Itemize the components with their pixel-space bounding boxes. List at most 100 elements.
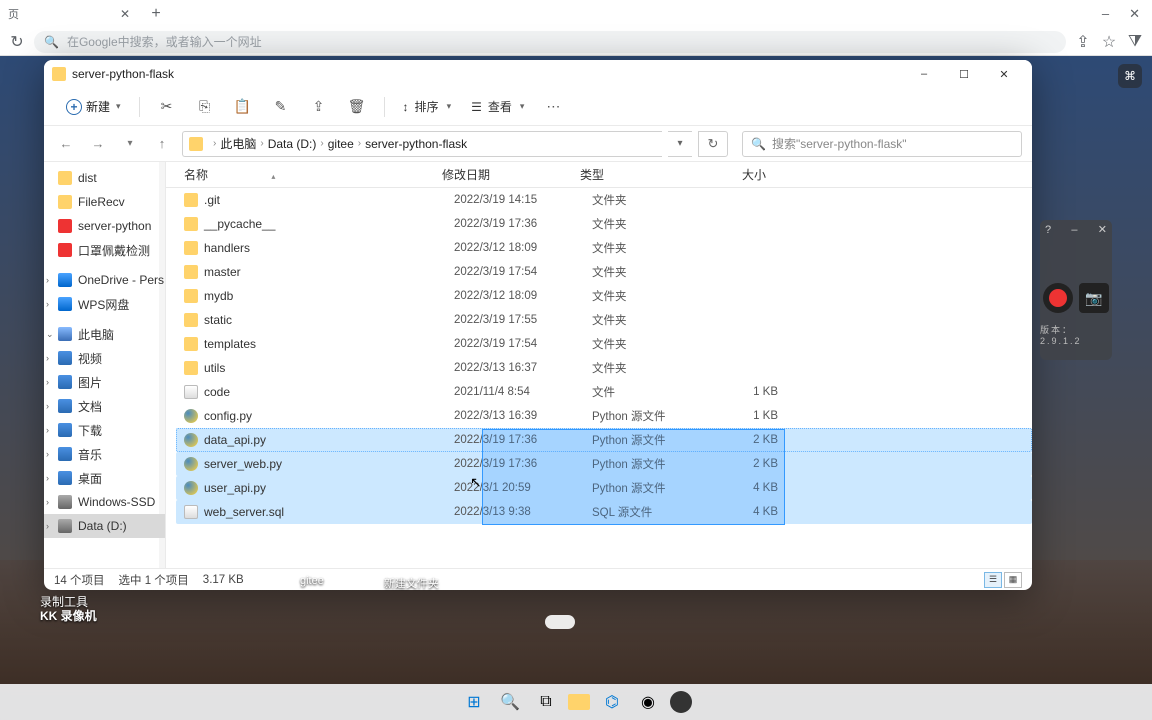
file-row[interactable]: user_api.py2022/3/1 20:59Python 源文件4 KB — [176, 476, 1032, 500]
expand-chevron-icon[interactable]: ⌄ — [46, 329, 54, 340]
extensions-icon[interactable]: ⧩ — [1126, 33, 1144, 51]
sidebar-item[interactable]: ›OneDrive - Pers — [44, 268, 165, 292]
details-view-toggle[interactable]: ☰ — [984, 572, 1002, 588]
back-button[interactable]: ← — [54, 132, 78, 156]
sidebar-item[interactable]: ›桌面 — [44, 466, 165, 490]
close-icon[interactable]: ✕ — [1098, 223, 1107, 236]
expand-chevron-icon[interactable]: › — [46, 425, 49, 435]
file-list[interactable]: .git2022/3/19 14:15文件夹__pycache__2022/3/… — [166, 188, 1032, 568]
chrome-icon[interactable]: ◉ — [634, 688, 662, 716]
address-bar[interactable]: 🔍 在Google中搜索，或者输入一个网址 — [34, 31, 1066, 53]
forward-button[interactable]: → — [86, 132, 110, 156]
browser-minimize-icon[interactable]: – — [1102, 6, 1109, 22]
search-icon[interactable]: 🔍 — [496, 688, 524, 716]
start-button[interactable]: ⊞ — [460, 688, 488, 716]
sidebar-item[interactable]: ›Data (D:) — [44, 514, 165, 538]
file-row[interactable]: master2022/3/19 17:54文件夹 — [176, 260, 1032, 284]
file-row[interactable]: web_server.sql2022/3/13 9:38SQL 源文件4 KB — [176, 500, 1032, 524]
bookmark-icon[interactable]: ☆ — [1100, 33, 1118, 51]
expand-chevron-icon[interactable]: › — [46, 473, 49, 483]
column-header-date[interactable]: 修改日期 — [442, 166, 580, 183]
app-icon[interactable] — [670, 691, 692, 713]
file-row[interactable]: data_api.py2022/3/19 17:36Python 源文件2 KB — [176, 428, 1032, 452]
file-row[interactable]: server_web.py2022/3/19 17:36Python 源文件2 … — [176, 452, 1032, 476]
breadcrumb[interactable]: › 此电脑 › Data (D:) › gitee › server-pytho… — [182, 131, 662, 157]
file-row[interactable]: __pycache__2022/3/19 17:36文件夹 — [176, 212, 1032, 236]
sidebar-item[interactable]: ›音乐 — [44, 442, 165, 466]
sidebar-item[interactable]: server-python — [44, 214, 165, 238]
rename-icon[interactable]: ✎ — [264, 92, 298, 122]
refresh-button[interactable]: ↻ — [698, 131, 728, 157]
desktop-shortcut[interactable]: 录制工具 KK 录像机 — [40, 595, 97, 624]
file-row[interactable]: handlers2022/3/12 18:09文件夹 — [176, 236, 1032, 260]
file-row[interactable]: config.py2022/3/13 16:39Python 源文件1 KB — [176, 404, 1032, 428]
sidebar-item[interactable]: ›Windows-SSD — [44, 490, 165, 514]
minimize-button[interactable]: – — [904, 60, 944, 88]
browser-close-icon[interactable]: ✕ — [1129, 6, 1140, 22]
breadcrumb-item[interactable]: gitee — [328, 137, 354, 151]
recent-button[interactable]: ▾ — [118, 132, 142, 156]
maximize-button[interactable]: ☐ — [944, 60, 984, 88]
file-row[interactable]: mydb2022/3/12 18:09文件夹 — [176, 284, 1032, 308]
thumbnails-view-toggle[interactable]: ▦ — [1004, 572, 1022, 588]
column-header-type[interactable]: 类型 — [580, 166, 696, 183]
breadcrumb-item[interactable]: server-python-flask — [365, 137, 467, 151]
breadcrumb-item[interactable]: 此电脑 — [220, 135, 256, 152]
share-icon[interactable]: ⇪ — [1074, 33, 1092, 51]
copy-icon[interactable]: ⎘ — [188, 92, 222, 122]
sidebar-item[interactable]: ⌄此电脑 — [44, 322, 165, 346]
taskbar[interactable]: ⊞ 🔍 ⧉ ⌬ ◉ — [0, 684, 1152, 720]
expand-chevron-icon[interactable]: › — [46, 275, 49, 285]
screenshot-button[interactable]: 📷 — [1079, 283, 1109, 313]
delete-icon[interactable]: 🗑 — [340, 92, 374, 122]
close-button[interactable]: ✕ — [984, 60, 1024, 88]
sidebar-item[interactable]: dist — [44, 166, 165, 190]
expand-chevron-icon[interactable]: › — [46, 521, 49, 531]
share-icon[interactable]: ⇪ — [302, 92, 336, 122]
file-row[interactable]: templates2022/3/19 17:54文件夹 — [176, 332, 1032, 356]
sidebar-item[interactable]: 口罩佩戴检测 — [44, 238, 165, 262]
breadcrumb-item[interactable]: Data (D:) — [268, 137, 317, 151]
recording-panel[interactable]: ? – ✕ 📷 版本：2.9.1.2 — [1040, 220, 1112, 360]
cut-icon[interactable]: ✂ — [150, 92, 184, 122]
sidebar-item[interactable]: FileRecv — [44, 190, 165, 214]
sort-button[interactable]: ↕ 排序 ▾ — [395, 94, 460, 119]
tab-close-icon[interactable]: ✕ — [118, 7, 132, 21]
vscode-icon[interactable]: ⌬ — [598, 688, 626, 716]
sidebar-item[interactable]: ›WPS网盘 — [44, 292, 165, 316]
sidebar-item[interactable]: ›视频 — [44, 346, 165, 370]
new-tab-button[interactable]: + — [144, 2, 168, 26]
column-header-name[interactable]: 名称 ▴ — [184, 166, 442, 183]
new-button[interactable]: + 新建 ▾ — [58, 94, 129, 119]
explorer-sidebar[interactable]: distFileRecvserver-python口罩佩戴检测 ›OneDrive… — [44, 162, 166, 568]
task-view-icon[interactable]: ⧉ — [532, 688, 560, 716]
search-box[interactable]: 🔍 搜索"server-python-flask" — [742, 131, 1022, 157]
copilot-icon[interactable]: ⌘ — [1118, 64, 1142, 88]
record-button[interactable] — [1043, 283, 1073, 313]
file-row[interactable]: utils2022/3/13 16:37文件夹 — [176, 356, 1032, 380]
desktop-icon-label[interactable]: gitee — [300, 575, 324, 591]
column-header-size[interactable]: 大小 — [696, 166, 766, 183]
expand-chevron-icon[interactable]: › — [46, 353, 49, 363]
expand-chevron-icon[interactable]: › — [46, 449, 49, 459]
expand-chevron-icon[interactable]: › — [46, 497, 49, 507]
view-button[interactable]: ☰ 查看 ▾ — [463, 94, 532, 119]
help-icon[interactable]: ? — [1045, 224, 1051, 236]
more-icon[interactable]: ⋯ — [536, 92, 570, 122]
expand-chevron-icon[interactable]: › — [46, 299, 49, 309]
sidebar-item[interactable]: ›文档 — [44, 394, 165, 418]
sidebar-item[interactable]: ›图片 — [44, 370, 165, 394]
path-dropdown[interactable]: ▾ — [668, 131, 692, 157]
up-button[interactable]: ↑ — [150, 132, 174, 156]
expand-chevron-icon[interactable]: › — [46, 377, 49, 387]
explorer-titlebar[interactable]: server-python-flask – ☐ ✕ — [44, 60, 1032, 88]
reload-icon[interactable]: ↻ — [8, 33, 26, 51]
file-row[interactable]: .git2022/3/19 14:15文件夹 — [176, 188, 1032, 212]
expand-chevron-icon[interactable]: › — [46, 401, 49, 411]
file-row[interactable]: static2022/3/19 17:55文件夹 — [176, 308, 1032, 332]
browser-tab[interactable]: 页 ✕ — [0, 1, 140, 27]
explorer-icon[interactable] — [568, 694, 590, 710]
sidebar-item[interactable]: ›下载 — [44, 418, 165, 442]
minimize-icon[interactable]: – — [1071, 224, 1077, 236]
file-row[interactable]: code2021/11/4 8:54文件1 KB — [176, 380, 1032, 404]
